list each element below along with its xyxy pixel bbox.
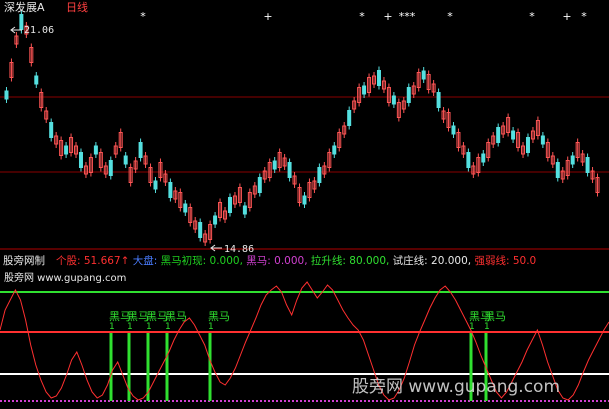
candle-body xyxy=(287,162,292,178)
signal-sub: 1 xyxy=(109,322,115,332)
candle-body xyxy=(496,127,501,143)
period-label: 日线 xyxy=(66,0,88,14)
candle-body xyxy=(272,160,277,170)
indicator-entry: 强弱线: 50.0 xyxy=(471,254,536,267)
candle-body xyxy=(153,180,158,190)
candle-body xyxy=(64,145,69,155)
indicator-entry: 拉升线: 80.000, xyxy=(308,254,390,267)
stock-name: 深发展A xyxy=(4,0,45,14)
stock-chart[interactable]: * + * + *** * * + * 深发展A 日线 21.06 14.86 股旁网制 个股:… xyxy=(0,0,609,409)
candle-body xyxy=(347,110,352,126)
candlesticks xyxy=(4,10,600,246)
candle-body xyxy=(108,160,113,176)
signal-bar xyxy=(208,333,212,401)
indicator-entry: 个股: 51.667↑ xyxy=(56,255,129,267)
candle-body xyxy=(213,215,218,225)
signal-bar xyxy=(109,333,113,401)
candle-body xyxy=(555,162,560,178)
top-marker: * xyxy=(359,10,365,23)
signal-sub: 1 xyxy=(484,322,490,332)
indicator-entry: 黑马初现: 0.000, xyxy=(161,254,243,267)
top-marker: * xyxy=(581,10,587,23)
candle-body xyxy=(570,155,575,165)
signal-sub: 1 xyxy=(165,322,171,332)
signal-sub: 1 xyxy=(127,322,133,332)
top-marker: *** xyxy=(399,10,416,23)
candle-body xyxy=(242,205,247,215)
high-callout: 21.06 xyxy=(10,25,54,36)
indicator-entry: 试庄线: 20.000, xyxy=(389,254,471,267)
candle-body xyxy=(466,152,471,168)
candle-body xyxy=(4,90,9,100)
indicator-header: 股旁网制 个股: 51.667↑ 大盘: 黑马初现: 0.000, 黑马: 0.… xyxy=(3,254,536,284)
candle-body xyxy=(257,177,262,193)
candle-body xyxy=(436,92,441,108)
top-marker: + xyxy=(263,10,272,23)
candle-body xyxy=(406,87,411,103)
candle-body xyxy=(317,167,322,183)
candle-body xyxy=(585,157,590,173)
signal-sub: 1 xyxy=(469,322,475,332)
signal-sub: 1 xyxy=(146,322,152,332)
top-marker: + xyxy=(562,10,571,23)
candle-body xyxy=(332,145,337,155)
candle-body xyxy=(227,197,232,213)
candle-body xyxy=(19,14,24,30)
low-price-label: 14.86 xyxy=(224,244,254,255)
candle-body xyxy=(481,153,486,163)
top-marker: * xyxy=(140,10,146,23)
high-price-label: 21.06 xyxy=(24,25,54,36)
site-label: 股旁网 www.gupang.com xyxy=(4,271,126,284)
candle-body xyxy=(362,85,367,95)
indicator-values: 个股: 51.667↑ 大盘: 黑马初现: 0.000, 黑马: 0.000, … xyxy=(56,254,536,267)
candle-body xyxy=(525,137,530,153)
candle-body xyxy=(123,155,128,165)
candle-body xyxy=(511,130,516,140)
top-marker: * xyxy=(529,10,535,23)
candle-body xyxy=(49,122,54,138)
signal-sub: 1 xyxy=(208,322,214,332)
candle-body xyxy=(376,70,381,86)
candle-body xyxy=(421,70,426,80)
candle-body xyxy=(78,152,83,168)
candle-body xyxy=(391,95,396,105)
candle-body xyxy=(183,203,188,213)
signal-bar xyxy=(165,333,169,401)
candle-body xyxy=(302,195,307,205)
indicator-name: 股旁网制 xyxy=(3,254,45,267)
indicator-entry: 黑马: 0.000, xyxy=(243,255,308,267)
candle-body xyxy=(93,145,98,155)
candle-body xyxy=(540,135,545,145)
signal-markers-top: * + * + *** * * + * xyxy=(140,10,587,23)
candle-body xyxy=(198,222,203,238)
candle-body xyxy=(168,182,173,198)
top-marker: * xyxy=(447,10,453,23)
candle-body xyxy=(451,125,456,135)
candle-body xyxy=(34,75,39,85)
top-marker: + xyxy=(383,10,392,23)
watermark: 股旁网 www.gupang.com xyxy=(352,377,560,397)
candle-body xyxy=(138,142,143,158)
indicator-entry: 大盘: xyxy=(129,254,160,267)
